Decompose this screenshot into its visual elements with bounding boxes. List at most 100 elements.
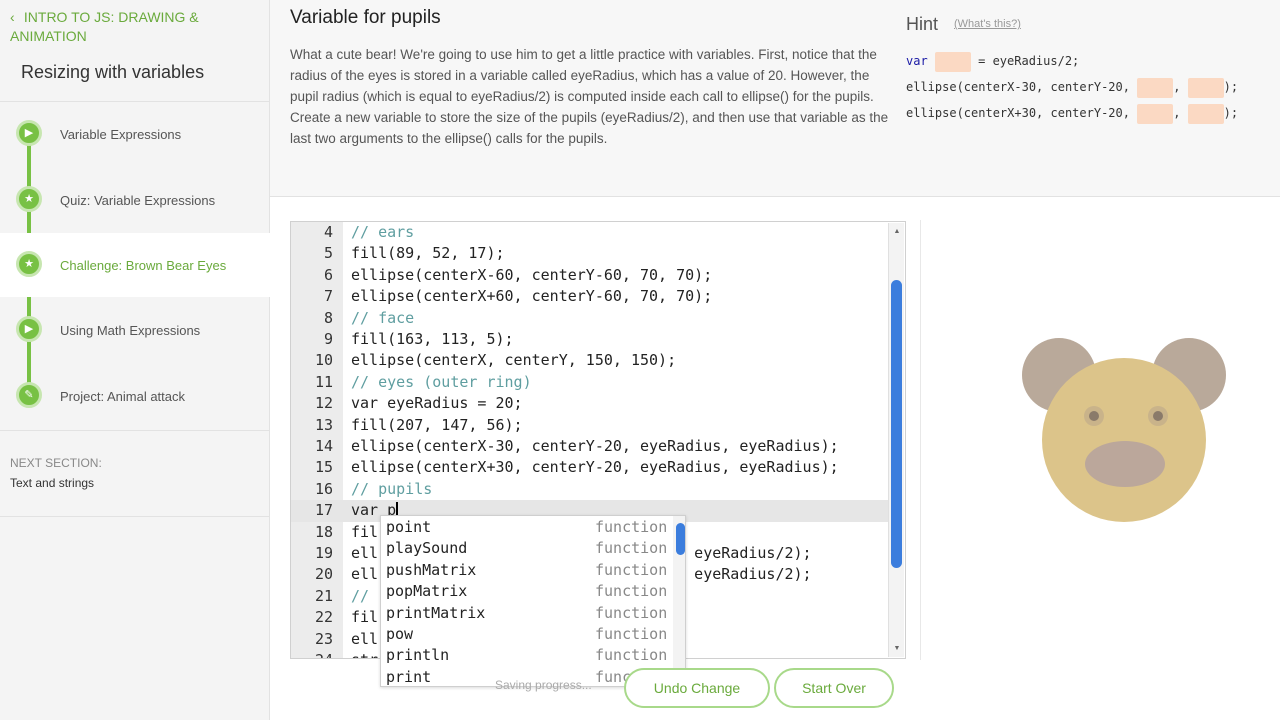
line-number: 11 xyxy=(314,372,333,391)
autocomplete-item-name: pushMatrix xyxy=(386,560,477,579)
autocomplete-scroll-thumb[interactable] xyxy=(676,523,685,555)
code-text: str xyxy=(351,650,378,658)
autocomplete-item-type: function xyxy=(595,582,668,601)
line-number: 15 xyxy=(314,458,333,477)
code-text: fil xyxy=(351,608,379,627)
code-line[interactable]: 8 // face xyxy=(291,308,891,329)
code-line[interactable]: 14 ellipse(centerX-30, centerY-20, eyeRad… xyxy=(291,436,891,457)
autocomplete-item-name: popMatrix xyxy=(386,582,468,601)
autocomplete-item-name: playSound xyxy=(386,539,468,558)
hint-line: ellipse(centerX-30, centerY-20, , ); xyxy=(906,76,1238,102)
divider xyxy=(0,430,270,431)
line-number: 10 xyxy=(314,351,333,370)
hint-text: var xyxy=(906,54,935,68)
sidebar-item-math-expressions[interactable]: ▶ Using Math Expressions xyxy=(0,298,270,362)
code-line[interactable]: 11 // eyes (outer ring) xyxy=(291,372,891,393)
line-number: 17 xyxy=(314,501,333,520)
code-line[interactable]: 5 fill(89, 52, 17); xyxy=(291,243,891,264)
autocomplete-item-type: function xyxy=(595,539,668,558)
hint-help-link[interactable]: (What's this?) xyxy=(954,18,1021,30)
autocomplete-item-name: printMatrix xyxy=(386,603,486,622)
lesson-title: Resizing with variables xyxy=(21,62,205,82)
autocomplete-item-type: function xyxy=(595,603,668,622)
code-text: ellipse(centerX+60, centerY-60, 70, 70); xyxy=(351,287,713,306)
hint-text: ); xyxy=(1223,106,1239,120)
challenge-title: Variable for pupils xyxy=(290,7,441,28)
sidebar-item-variable-expressions[interactable]: ▶ Variable Expressions xyxy=(0,102,270,166)
bear-drawing xyxy=(1022,338,1226,522)
hint-text: ); xyxy=(1223,80,1239,94)
sidebar-item-label: Using Math Expressions xyxy=(60,323,201,338)
bear-pupil-left xyxy=(1089,411,1099,421)
star-icon: ★ xyxy=(16,186,42,212)
code-text: fill(163, 113, 5); xyxy=(351,330,514,348)
code-line[interactable]: 13 fill(207, 147, 56); xyxy=(291,415,891,436)
code-line[interactable]: 4 // ears xyxy=(291,222,891,243)
breadcrumb-label: INTRO TO JS: DRAWING & ANIMATION xyxy=(10,9,199,44)
code-text: ellipse(centerX-60, centerY-60, 70, 70); xyxy=(351,265,713,284)
code-text: // ears xyxy=(351,223,415,241)
hint-blank xyxy=(1137,103,1174,124)
autocomplete-item-type: function xyxy=(595,646,668,665)
sidebar-item-label: Project: Animal attack xyxy=(60,389,185,404)
line-number: 18 xyxy=(314,522,333,541)
sidebar-item-quiz[interactable]: ★ Quiz: Variable Expressions xyxy=(0,168,270,232)
code-line[interactable]: 7 ellipse(centerX+60, centerY-60, 70, 70)… xyxy=(291,286,891,307)
start-over-button[interactable]: Start Over xyxy=(774,668,894,708)
line-number: 22 xyxy=(314,608,333,627)
scroll-up-icon[interactable]: ▲ xyxy=(892,228,902,235)
next-section-link[interactable]: Text and strings xyxy=(10,476,94,490)
chevron-left-icon: ‹ xyxy=(10,9,15,25)
sidebar-item-challenge[interactable]: ★ Challenge: Brown Bear Eyes xyxy=(0,233,270,297)
autocomplete-item[interactable]: playSound function xyxy=(381,538,671,559)
divider xyxy=(0,516,270,517)
hint-blank xyxy=(1187,103,1224,124)
code-line[interactable]: 9 fill(163, 113, 5); xyxy=(291,329,891,350)
undo-change-button[interactable]: Undo Change xyxy=(624,668,770,708)
sidebar-item-label: Challenge: Brown Bear Eyes xyxy=(60,258,227,273)
hint-text: ellipse(centerX-30, centerY-20, xyxy=(906,80,1138,94)
breadcrumb-link[interactable]: ‹ INTRO TO JS: DRAWING & ANIMATION xyxy=(10,8,250,46)
bear-nose xyxy=(1085,441,1165,487)
code-line[interactable]: 15 ellipse(centerX+30, centerY-20, eyeRad… xyxy=(291,457,891,478)
hint-line: ellipse(centerX+30, centerY-20, , ); xyxy=(906,102,1238,128)
autocomplete-item-name: print xyxy=(386,667,432,686)
code-text: // xyxy=(351,586,379,605)
autocomplete-item-type: function xyxy=(595,518,668,536)
code-text: fil xyxy=(351,522,379,541)
play-icon: ▶ xyxy=(16,316,42,342)
scroll-down-icon[interactable]: ▼ xyxy=(892,645,902,652)
sidebar: ‹ INTRO TO JS: DRAWING & ANIMATION Resiz… xyxy=(0,0,270,720)
editor-scroll-thumb[interactable] xyxy=(891,280,902,568)
line-number: 20 xyxy=(314,565,333,584)
autocomplete-item[interactable]: pow function xyxy=(381,624,671,645)
line-number: 12 xyxy=(314,394,333,413)
line-number: 8 xyxy=(323,308,333,327)
hint-code: var = eyeRadius/2; ellipse(centerX-30, c… xyxy=(906,50,1238,128)
sidebar-item-project[interactable]: ✎ Project: Animal attack xyxy=(0,364,270,428)
code-line[interactable]: 6 ellipse(centerX-60, centerY-60, 70, 70)… xyxy=(291,265,891,286)
autocomplete-item[interactable]: point function xyxy=(381,517,671,538)
hint-text: , xyxy=(1173,106,1188,120)
line-number: 5 xyxy=(323,244,333,263)
line-number: 7 xyxy=(323,287,333,306)
next-section-label: NEXT SECTION: xyxy=(10,456,102,470)
challenge-header: Variable for pupils What a cute bear! We… xyxy=(270,0,1280,197)
code-text: // eyes (outer ring) xyxy=(351,372,532,391)
code-line[interactable]: 16 // pupils xyxy=(291,479,891,500)
autocomplete-item[interactable]: printMatrix function xyxy=(381,603,671,624)
pencil-icon: ✎ xyxy=(16,382,42,408)
autocomplete-item[interactable]: popMatrix function xyxy=(381,581,671,602)
autocomplete-item-name: pow xyxy=(386,625,414,643)
code-text: // face xyxy=(351,308,415,327)
autocomplete-item[interactable]: pushMatrix function xyxy=(381,560,671,581)
sidebar-item-label: Variable Expressions xyxy=(60,127,182,142)
autocomplete-popup[interactable]: printfunctionprintlnfunctionpowfunctionp… xyxy=(380,515,686,687)
autocomplete-item[interactable]: println function xyxy=(381,645,671,666)
hint-blank xyxy=(1187,77,1224,98)
output-canvas xyxy=(920,220,1280,660)
code-line[interactable]: 10 ellipse(centerX, centerY, 150, 150); xyxy=(291,350,891,371)
autocomplete-item-name: println xyxy=(386,646,450,665)
hint-text: ellipse(centerX+30, centerY-20, xyxy=(906,106,1138,120)
code-line[interactable]: 12 var eyeRadius = 20; xyxy=(291,393,891,414)
